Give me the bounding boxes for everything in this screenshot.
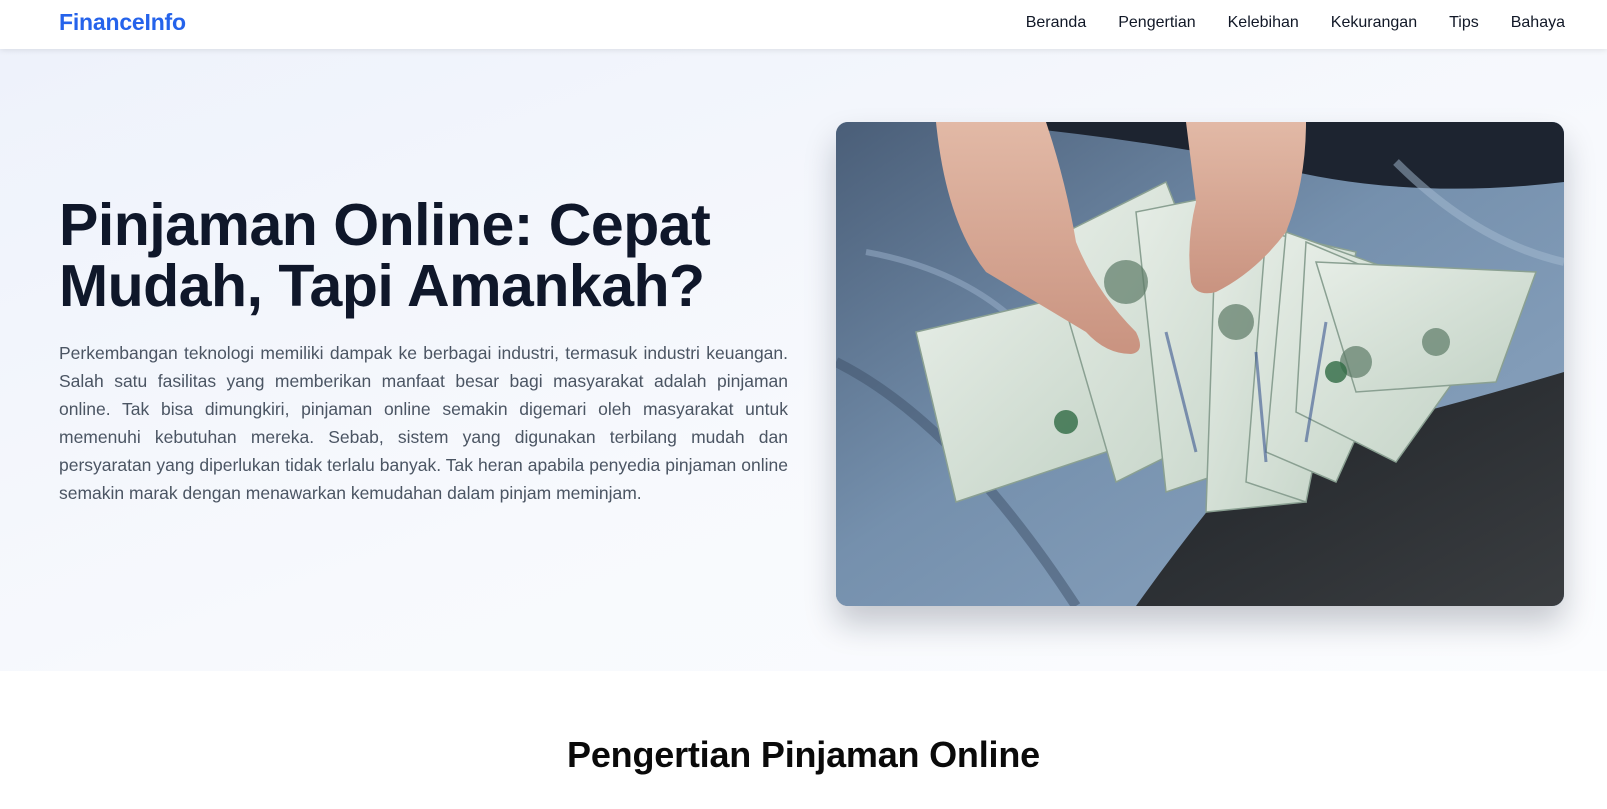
hero-section: Pinjaman Online: Cepat Mudah, Tapi Amank… (0, 49, 1607, 671)
hero-title: Pinjaman Online: Cepat Mudah, Tapi Amank… (59, 192, 711, 319)
section-title-pengertian: Pengertian Pinjaman Online (567, 734, 1040, 775)
navbar: FinanceInfo Beranda Pengertian Kelebihan… (0, 0, 1607, 49)
nav-link-kekurangan[interactable]: Kekurangan (1331, 13, 1417, 33)
nav-link-kelebihan[interactable]: Kelebihan (1228, 13, 1299, 33)
nav-link-pengertian[interactable]: Pengertian (1118, 13, 1195, 33)
hero-paragraph: Perkembangan teknologi memiliki dampak k… (59, 343, 788, 503)
brand-logo-link[interactable]: FinanceInfo (59, 9, 186, 36)
money-photo-illustration (836, 122, 1564, 606)
nav-link-beranda[interactable]: Beranda (1026, 13, 1087, 33)
nav-links: Beranda Pengertian Kelebihan Kekurangan … (1026, 13, 1565, 33)
nav-link-bahaya[interactable]: Bahaya (1511, 13, 1565, 33)
hero-image-money-hands (836, 122, 1564, 606)
nav-link-tips[interactable]: Tips (1449, 13, 1479, 33)
